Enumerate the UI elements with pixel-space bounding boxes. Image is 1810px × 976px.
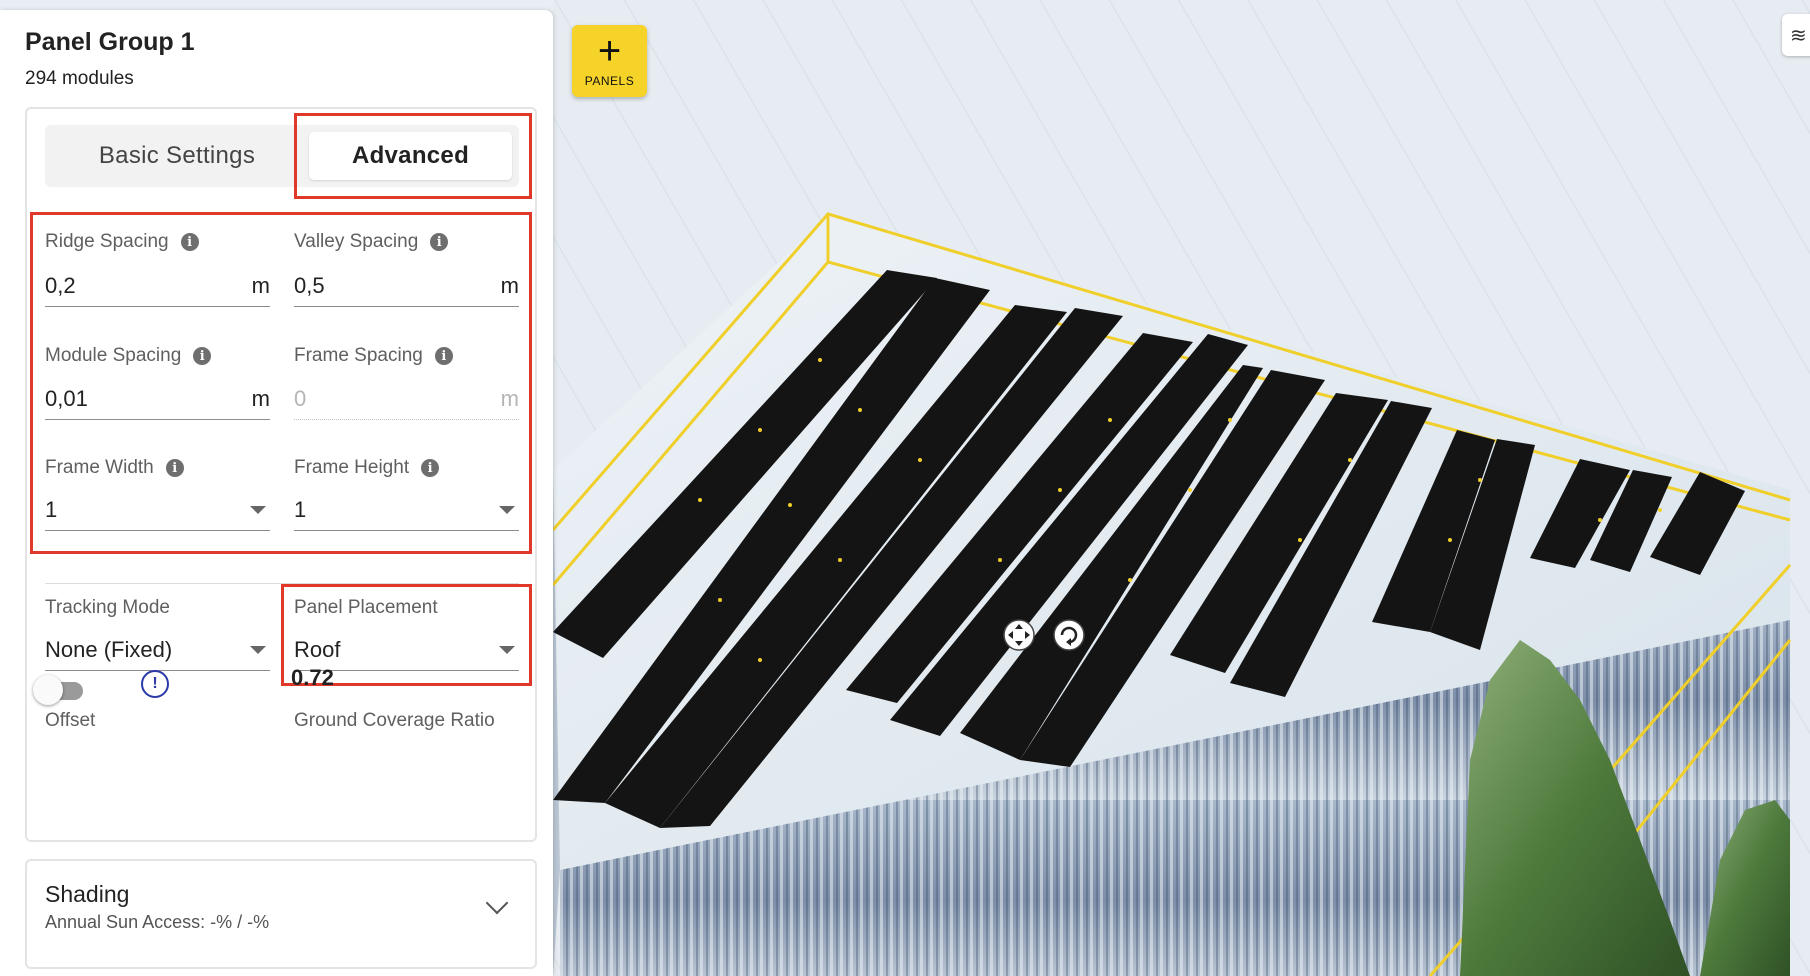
chevron-down-icon[interactable] <box>485 891 509 915</box>
tracking-mode-label: Tracking Mode <box>45 597 170 618</box>
add-panels-button[interactable]: + PANELS <box>572 25 647 97</box>
module-count: 294 modules <box>25 68 134 89</box>
shading-title: Shading <box>45 881 130 907</box>
chevron-down-icon <box>499 645 515 654</box>
info-icon[interactable]: i <box>421 459 440 477</box>
ground-coverage-ratio-label: Ground Coverage Ratio <box>294 710 495 731</box>
info-icon[interactable]: i <box>180 233 199 251</box>
divider <box>45 583 519 584</box>
settings-card: Basic Settings Advanced Ridge Spacing i … <box>25 107 537 842</box>
valley-spacing-label: Valley Spacing i <box>294 231 449 253</box>
plus-icon: + <box>597 29 622 73</box>
frame-height-label: Frame Height i <box>294 457 440 479</box>
info-icon[interactable]: i <box>193 347 212 365</box>
add-panels-label: PANELS <box>584 74 635 88</box>
tab-basic-settings[interactable]: Basic Settings <box>45 132 309 180</box>
rotate-handle-icon[interactable] <box>1053 619 1085 651</box>
settings-tabs: Basic Settings Advanced <box>45 125 519 187</box>
valley-spacing-input[interactable]: 0,5 m <box>294 265 519 307</box>
move-handle-icon[interactable] <box>1003 619 1035 651</box>
chevron-down-icon <box>499 505 515 514</box>
module-spacing-input[interactable]: 0,01 m <box>45 378 270 420</box>
module-spacing-label: Module Spacing i <box>45 345 212 367</box>
info-icon[interactable]: i <box>430 233 449 251</box>
frame-height-select[interactable]: 1 <box>294 489 519 531</box>
chevron-down-icon <box>250 505 266 514</box>
ground-coverage-ratio-value: 0.72 <box>291 665 334 690</box>
layers-button[interactable]: ≋ <box>1782 14 1810 56</box>
tracking-mode-select[interactable]: None (Fixed) <box>45 629 270 671</box>
tab-advanced[interactable]: Advanced <box>309 132 512 180</box>
offset-label: Offset <box>45 710 96 731</box>
panel-group-settings: Panel Group 1 294 modules Basic Settings… <box>0 10 553 976</box>
layers-icon: ≋ <box>1790 24 1807 47</box>
frame-width-select[interactable]: 1 <box>45 489 270 531</box>
frame-spacing-label: Frame Spacing i <box>294 345 453 367</box>
offset-toggle[interactable] <box>33 675 89 707</box>
frame-width-label: Frame Width i <box>45 457 184 479</box>
chevron-down-icon <box>250 645 266 654</box>
panel-placement-label: Panel Placement <box>294 597 438 618</box>
frame-spacing-input: 0 m <box>294 378 519 420</box>
shading-section[interactable]: Shading Annual Sun Access: -% / -% <box>25 859 537 969</box>
ridge-spacing-input[interactable]: 0,2 m <box>45 265 270 307</box>
alert-circle-icon[interactable]: ! <box>141 670 169 698</box>
ridge-spacing-label: Ridge Spacing i <box>45 231 199 253</box>
info-icon[interactable]: i <box>165 459 184 477</box>
panel-group-title: Panel Group 1 <box>25 28 195 56</box>
info-icon[interactable]: i <box>434 347 453 365</box>
annual-sun-access: Annual Sun Access: -% / -% <box>45 912 270 932</box>
